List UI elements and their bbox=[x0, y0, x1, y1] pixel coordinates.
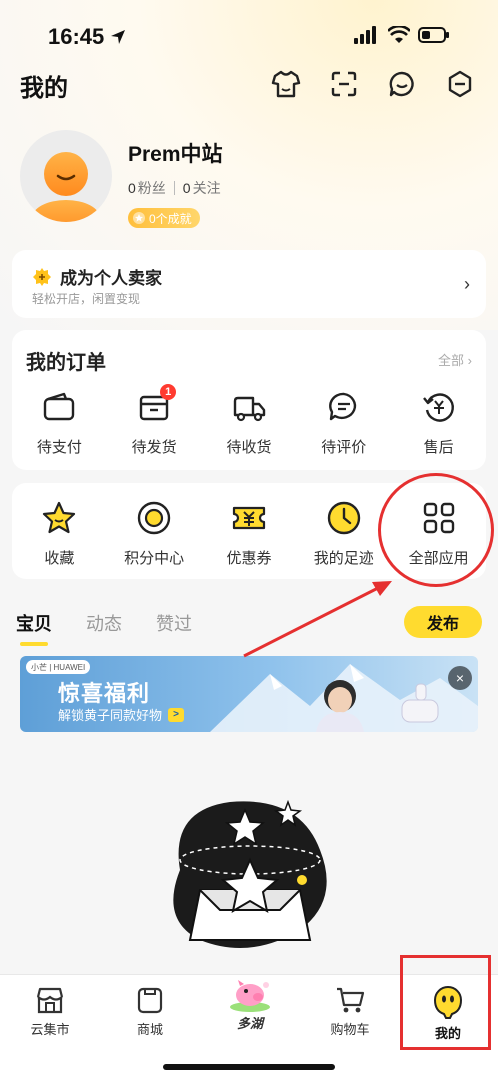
tabbar-cart[interactable]: 购物车 bbox=[310, 985, 390, 1038]
cart-icon bbox=[337, 987, 365, 1013]
annotation-arrow bbox=[243, 581, 392, 658]
pig-icon bbox=[230, 980, 270, 1012]
tabbar-duohu[interactable]: 多湖 bbox=[210, 980, 290, 1032]
tabbar-market[interactable]: 云集市 bbox=[10, 985, 90, 1038]
home-indicator bbox=[163, 1064, 335, 1070]
mall-icon bbox=[137, 987, 163, 1014]
empty-state-illustration bbox=[150, 790, 350, 960]
tabbar-mall[interactable]: 商城 bbox=[110, 985, 190, 1038]
annotation-rectangle bbox=[400, 955, 491, 1050]
banner-go-icon: > bbox=[168, 707, 185, 722]
banner-subtitle: 解锁黄子同款好物 > bbox=[58, 705, 185, 724]
market-icon bbox=[36, 987, 64, 1014]
